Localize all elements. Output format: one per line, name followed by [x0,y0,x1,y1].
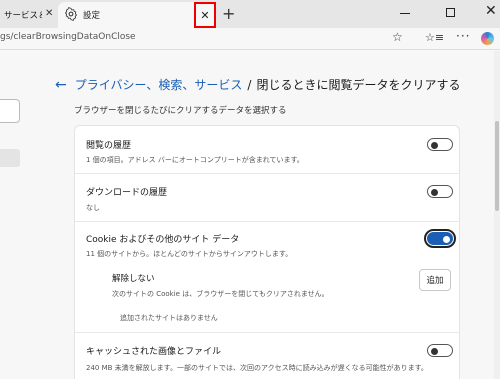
row-desc: なし [86,204,100,212]
sidebar-item-selected[interactable] [0,149,20,167]
tab-strip: サービス＆サ ✕ 設定 ✕ + ✕ [0,0,500,28]
row-title: 閲覧の履歴 [86,141,132,151]
breadcrumb-privacy-link[interactable]: プライバシー、検索、サービス [75,76,243,93]
back-arrow-icon[interactable]: ← [55,77,67,93]
tab-services-close-icon[interactable]: ✕ [45,8,53,19]
row-cached-images: キャッシュされた画像とファイル 240 MB 未満を解放します。一部のサイトでは… [75,333,459,379]
toggle-knob [431,141,438,149]
row-desc: 11 個のサイトから。ほとんどのサイトからサインアウトします。 [86,250,293,258]
minimize-icon[interactable] [400,13,410,14]
row-desc: 240 MB 未満を解放します。一部のサイトでは、次回のアクセス時に読み込みが遅… [86,364,428,372]
row-download-history: ダウンロードの履歴 なし [75,174,459,222]
maximize-icon[interactable] [446,8,455,17]
breadcrumb-separator: / [247,77,252,92]
scrollbar-thumb[interactable] [495,121,499,211]
row-title: キャッシュされた画像とファイル [86,347,222,357]
page-title: 閉じるときに閲覧データをクリアする [256,78,461,92]
tab-services[interactable]: サービス＆サ ✕ [0,2,58,28]
scrollbar[interactable] [494,51,500,379]
row-title: Cookie およびその他のサイト データ [86,235,240,245]
close-icon: ✕ [200,8,210,22]
new-tab-button[interactable]: + [222,4,235,23]
cached-images-toggle[interactable] [427,344,453,357]
more-options-icon[interactable]: ··· [456,29,470,43]
favorites-icon[interactable]: ☆≡ [425,31,444,44]
address-bar: gs/clearBrowsingDataOnClose ☆ ☆≡ ··· [0,28,500,50]
add-site-button[interactable]: 追加 [419,269,451,291]
tab-settings-close-button[interactable]: ✕ [194,2,216,28]
row-title: ダウンロードの履歴 [86,188,168,198]
url-field[interactable]: gs/clearBrowsingDataOnClose [0,32,136,42]
cookies-toggle[interactable] [424,229,456,248]
copilot-icon[interactable] [481,32,494,45]
toggle-knob [431,188,438,196]
tab-settings-title: 設定 [83,11,101,21]
exceptions-title: 解除しない [112,274,155,284]
row-cookies: Cookie およびその他のサイト データ 11 個のサイトから。ほとんどのサイ… [75,222,459,333]
page-subtitle: ブラウザーを閉じるたびにクリアするデータを選択する [74,106,287,116]
row-browsing-history: 閲覧の履歴 1 個の項目。アドレス バーにオートコンプリートが含まれています。 [75,126,459,174]
tab-settings[interactable]: 設定 ✕ [58,2,216,28]
gear-icon [65,7,77,21]
toggle-knob [431,347,438,355]
favorite-star-icon[interactable]: ☆ [392,30,403,44]
window-close-icon[interactable]: ✕ [485,3,497,19]
row-desc: 1 個の項目。アドレス バーにオートコンプリートが含まれています。 [86,156,304,164]
download-history-toggle[interactable] [427,185,453,198]
exceptions-empty: 追加されたサイトはありません [120,314,218,322]
settings-sidebar [0,51,24,379]
clear-data-card: 閲覧の履歴 1 個の項目。アドレス バーにオートコンプリートが含まれています。 … [74,125,460,379]
page-header: ← プライバシー、検索、サービス / 閉じるときに閲覧データをクリアする [55,76,460,93]
toggle-knob [443,235,450,243]
browsing-history-toggle[interactable] [427,138,453,151]
tab-services-title: サービス＆サ [4,11,42,21]
exceptions-desc: 次のサイトの Cookie は、ブラウザーを閉じてもクリアされません。 [112,290,329,298]
settings-search-input[interactable] [0,99,20,123]
